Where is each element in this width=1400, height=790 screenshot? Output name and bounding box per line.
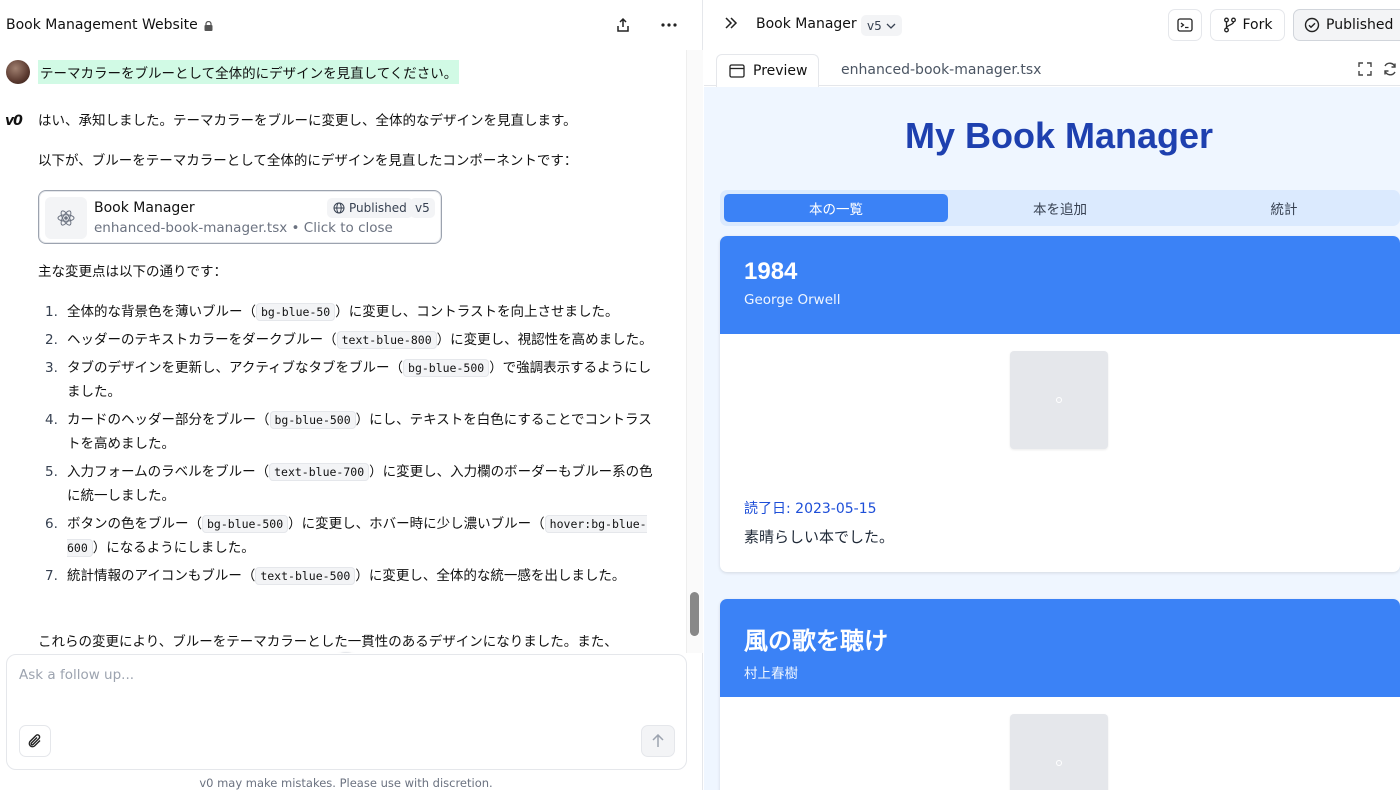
book-title: 風の歌を聴け — [744, 628, 888, 655]
tab-preview[interactable]: Preview — [716, 54, 819, 87]
book-cover-placeholder — [1010, 714, 1108, 790]
list-item: 1. 全体的な背景色を薄いブルー（ bg-blue-50 ）に変更し、コントラストを向… — [45, 303, 619, 321]
follow-up-box — [6, 654, 687, 770]
book-card-header: 1984 George Orwell — [720, 236, 1400, 334]
chat-header: Book Management Website — [0, 0, 703, 50]
read-date: 読了日: 2023-05-15 — [744, 501, 877, 517]
book-card: 1984 George Orwell 読了日: 2023-05-15 素晴らしい… — [720, 236, 1400, 572]
image-placeholder-icon — [1056, 397, 1062, 403]
published-label: Published — [1326, 17, 1394, 33]
changes-heading: 主な変更点は以下の通りです： — [38, 264, 227, 280]
send-button[interactable] — [641, 725, 675, 757]
tab-statistics[interactable]: 統計 — [1172, 194, 1396, 222]
book-cover-placeholder — [1010, 351, 1108, 449]
fork-button[interactable]: Fork — [1210, 9, 1285, 41]
preview-pane: Book Manager v5 Fork Published Preview e… — [704, 0, 1400, 790]
expand-sidebar-icon[interactable] — [724, 16, 738, 30]
chat-messages: テーマカラーをブルーとして全体的にデザインを見直してください。 v0 はい、承知… — [0, 50, 686, 653]
fork-icon — [1223, 17, 1236, 33]
user-message: テーマカラーをブルーとして全体的にデザインを見直してください。 — [6, 60, 460, 84]
version-badge: v5 — [410, 198, 435, 218]
more-options-icon[interactable] — [656, 12, 682, 38]
list-item: 5. 入力フォームのラベルをブルー（ text-blue-700 ）に変更し、入力欄の… — [45, 463, 653, 504]
browser-window-icon — [729, 64, 745, 78]
version-select[interactable]: v5 — [861, 15, 902, 36]
published-badge: Published — [327, 198, 413, 218]
tab-add-book[interactable]: 本を追加 — [948, 194, 1172, 222]
list-item: 4. カードのヘッダー部分をブルー（ bg-blue-500 ）にし、テキストを白色に… — [45, 411, 652, 452]
user-message-text: テーマカラーをブルーとして全体的にデザインを見直してください。 — [38, 60, 460, 84]
refresh-icon[interactable] — [1382, 62, 1398, 76]
chat-scrollbar[interactable] — [686, 50, 703, 653]
list-item: 3. タブのデザインを更新し、アクティブなタブをブルー（ bg-blue-500 ）で… — [45, 359, 652, 400]
terminal-button[interactable] — [1168, 9, 1202, 41]
follow-up-input[interactable] — [19, 667, 669, 707]
changes-list: 1. 全体的な背景色を薄いブルー（ bg-blue-50 ）に変更し、コントラストを向… — [45, 300, 655, 592]
assistant-reply-line: 以下が、ブルーをテーマカラーとして全体的にデザインを見直したコンポーネントです： — [38, 153, 578, 169]
book-author: 村上春樹 — [744, 666, 798, 682]
card-title: Book Manager — [94, 200, 195, 216]
app-preview: My Book Manager 本の一覧 本を追加 統計 1984 George… — [704, 87, 1400, 790]
app-title: My Book Manager — [904, 115, 1214, 156]
preview-tabs: Preview enhanced-book-manager.tsx — [704, 50, 1400, 87]
avatar — [6, 60, 30, 84]
image-placeholder-icon — [1056, 760, 1062, 766]
version-label: v5 — [867, 18, 882, 33]
book-card: 風の歌を聴け 村上春樹 — [720, 599, 1400, 790]
attach-button[interactable] — [19, 725, 51, 757]
arrow-up-icon — [652, 734, 664, 747]
published-badge-label: Published — [349, 201, 407, 215]
published-button[interactable]: Published — [1293, 9, 1400, 41]
card-subtitle: enhanced-book-manager.tsx • Click to clo… — [94, 220, 393, 236]
book-card-header: 風の歌を聴け 村上春樹 — [720, 599, 1400, 697]
app-tab-list: 本の一覧 本を追加 統計 — [720, 190, 1400, 226]
component-card[interactable]: Book Manager enhanced-book-manager.tsx •… — [38, 190, 442, 244]
lock-icon — [204, 21, 213, 31]
list-item: 7. 統計情報のアイコンもブルー（ text-blue-500 ）に変更し、全体的な統… — [45, 567, 626, 585]
terminal-icon — [1177, 18, 1193, 32]
chevron-down-icon — [886, 23, 896, 29]
disclaimer: v0 may make mistakes. Please use with di… — [199, 776, 493, 790]
chat-pane: Book Management Website テーマカラーをブルーとして全体的… — [0, 0, 703, 790]
v0-logo-icon: v0 — [5, 113, 23, 129]
list-item: 6. ボタンの色をブルー（ bg-blue-500 ）に変更し、ホバー時に少し濃いブル… — [45, 515, 647, 557]
preview-title: Book Manager — [756, 16, 857, 32]
fork-label: Fork — [1242, 17, 1273, 33]
preview-header: Book Manager v5 Fork Published — [704, 0, 1400, 50]
list-item: 2. ヘッダーのテキストカラーをダークブルー（ text-blue-800 ）に変更し… — [45, 331, 653, 349]
book-author: George Orwell — [744, 292, 841, 308]
globe-icon — [333, 202, 345, 214]
react-icon — [45, 197, 87, 239]
book-note: 素晴らしい本でした。 — [744, 528, 895, 546]
closing-text: これらの変更により、ブルーをテーマカラーとした一貫性のあるデザインになりました。… — [38, 634, 618, 650]
tab-book-list[interactable]: 本の一覧 — [724, 194, 948, 222]
book-title: 1984 — [744, 258, 798, 285]
assistant-reply-intro: はい、承知しました。テーマカラーをブルーに変更し、全体的なデザインを見直します。 — [38, 113, 577, 129]
paperclip-icon — [28, 734, 41, 748]
check-circle-icon — [1304, 17, 1320, 33]
chat-scrollbar-thumb[interactable] — [690, 592, 699, 636]
fullscreen-icon[interactable] — [1358, 62, 1372, 76]
project-title[interactable]: Book Management Website — [6, 17, 198, 33]
tab-code-file[interactable]: enhanced-book-manager.tsx — [841, 62, 1041, 78]
share-icon[interactable] — [610, 12, 636, 38]
tab-preview-label: Preview — [753, 63, 808, 79]
